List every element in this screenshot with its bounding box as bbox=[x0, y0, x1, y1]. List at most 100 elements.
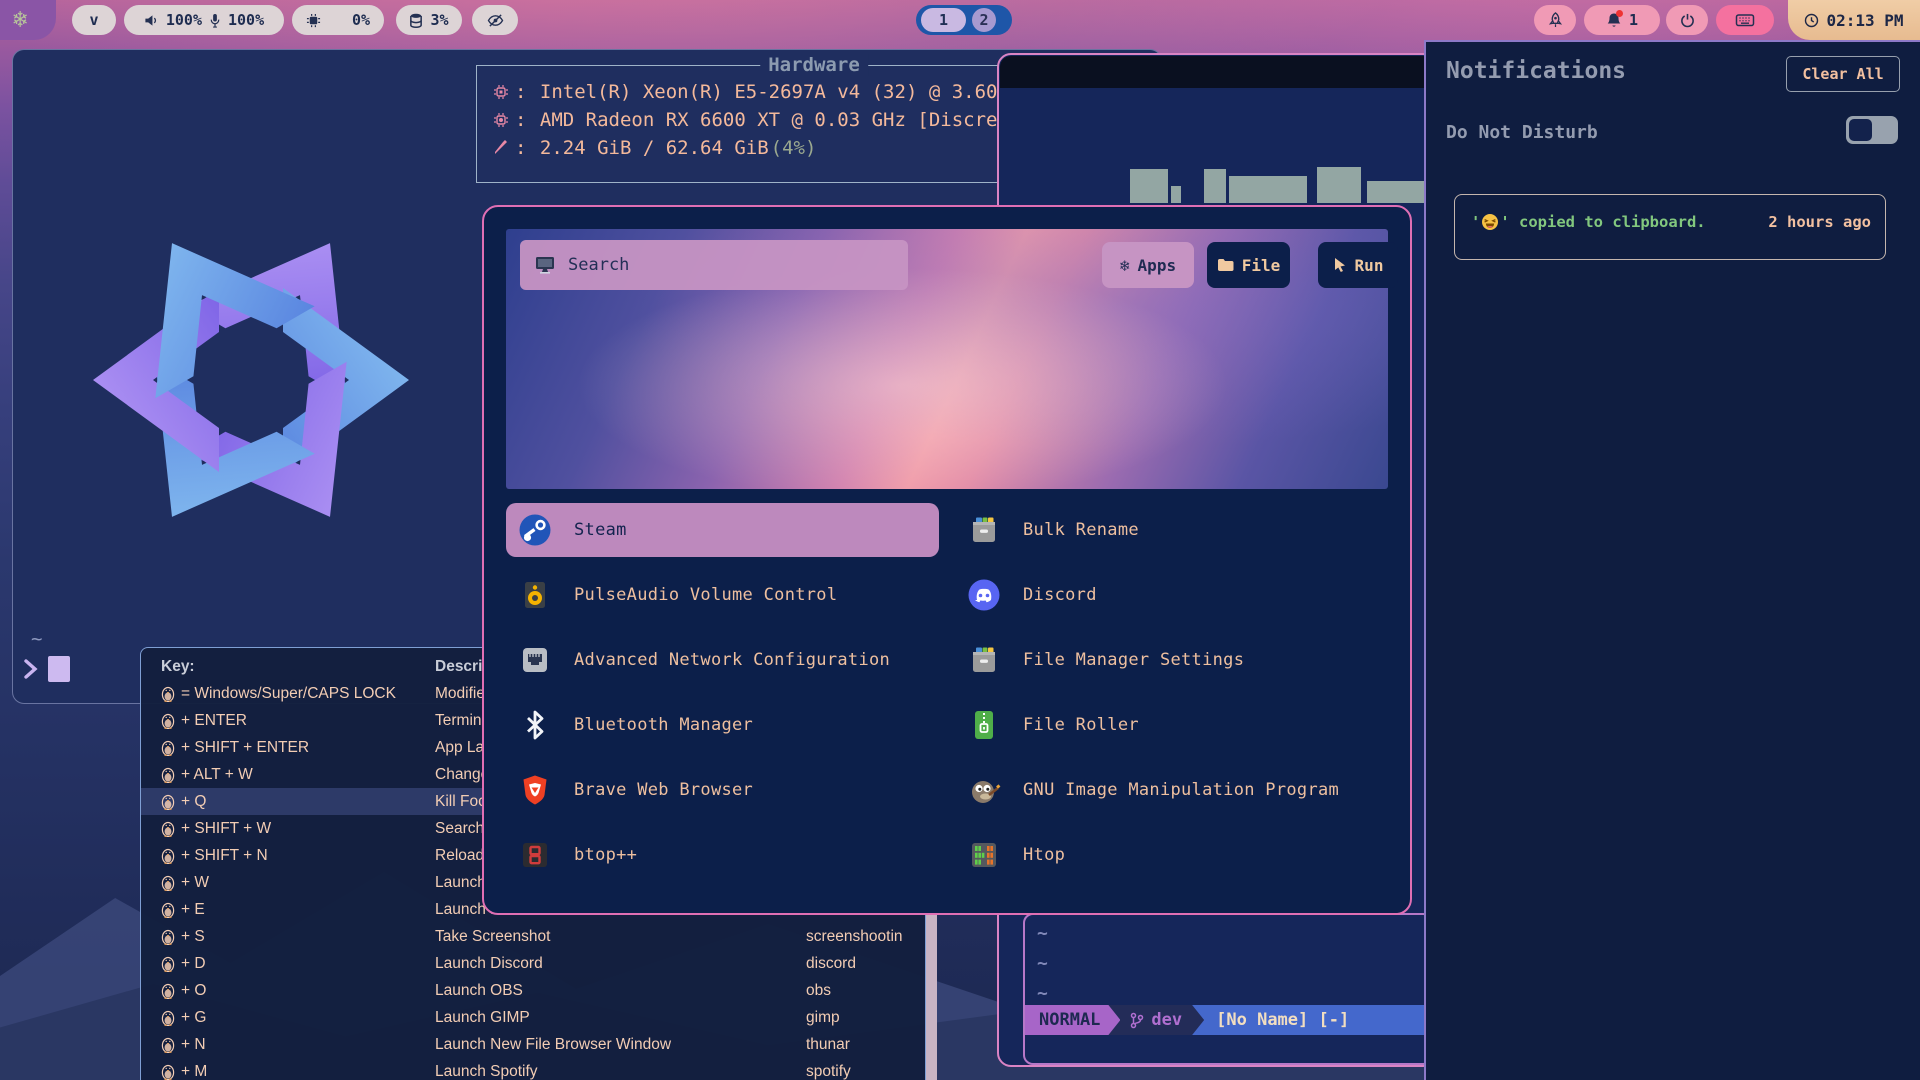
notifications-pill[interactable]: 1 bbox=[1584, 5, 1660, 35]
tab-run[interactable]: Run bbox=[1318, 242, 1398, 288]
ascii-art-block bbox=[1367, 181, 1427, 203]
vim-file-segment: [No Name] [-] bbox=[1192, 1005, 1431, 1035]
app-label: File Roller bbox=[1023, 715, 1139, 735]
brave-icon bbox=[518, 773, 552, 807]
keybind-command: discord bbox=[806, 955, 925, 973]
app-item-pulseaudio-volume-control[interactable]: PulseAudio Volume Control bbox=[506, 568, 939, 622]
ascii-art-block bbox=[1229, 176, 1307, 203]
tab-apps[interactable]: ❄ Apps bbox=[1102, 242, 1194, 288]
keybind-row: + OLaunch OBSobs bbox=[141, 977, 925, 1004]
super-key-penguin-icon bbox=[161, 766, 175, 783]
keybind-command: spotify bbox=[806, 1063, 925, 1080]
app-item-btop-[interactable]: btop++ bbox=[506, 828, 939, 882]
cpu-value: 0% bbox=[352, 11, 370, 29]
clock-widget[interactable]: 02:13 PM bbox=[1788, 0, 1920, 40]
super-key-penguin-icon bbox=[161, 739, 175, 756]
app-item-brave-web-browser[interactable]: Brave Web Browser bbox=[506, 763, 939, 817]
keybind-description: Launch Discord bbox=[435, 955, 806, 973]
keybind-key: + SHIFT + W bbox=[161, 820, 435, 838]
keybind-key: + Q bbox=[161, 793, 435, 811]
keybind-row: + GLaunch GIMPgimp bbox=[141, 1004, 925, 1031]
eye-slash-icon bbox=[487, 13, 504, 28]
notification-card[interactable]: ' ' copied to clipboard. 2 hours ago bbox=[1454, 194, 1886, 260]
memory-icon bbox=[491, 140, 511, 156]
fileroller-icon bbox=[967, 708, 1001, 742]
search-input[interactable]: Search bbox=[520, 240, 908, 290]
keybind-description: Launch GIMP bbox=[435, 1009, 806, 1027]
neovim-pane[interactable]: ~~~ NORMAL dev [No Name] [-] bbox=[1023, 913, 1433, 1065]
app-item-advanced-network-configuration[interactable]: Advanced Network Configuration bbox=[506, 633, 939, 687]
super-key-penguin-icon bbox=[161, 1063, 175, 1080]
keybind-command: thunar bbox=[806, 1036, 925, 1054]
app-item-bluetooth-manager[interactable]: Bluetooth Manager bbox=[506, 698, 939, 752]
app-label: btop++ bbox=[574, 845, 637, 865]
super-key-penguin-icon bbox=[161, 712, 175, 729]
prompt-chevron-icon bbox=[23, 657, 39, 681]
workspace-2-button[interactable]: 2 bbox=[972, 8, 996, 32]
keybind-row: + STake Screenshotscreenshootin bbox=[141, 923, 925, 950]
laughing-emoji-icon bbox=[1481, 213, 1499, 231]
dnd-toggle[interactable] bbox=[1846, 116, 1898, 144]
vim-tilde: ~ bbox=[1037, 983, 1048, 1004]
keybind-command: obs bbox=[806, 982, 925, 1000]
git-branch-icon bbox=[1130, 1012, 1144, 1029]
cpu-chip-icon bbox=[491, 84, 511, 100]
keybind-key: + SHIFT + N bbox=[161, 847, 435, 865]
cpu-icon bbox=[306, 13, 321, 28]
workspace-1-button[interactable]: 1 bbox=[921, 8, 966, 32]
gpu-chip-icon bbox=[491, 112, 511, 128]
clock-time: 02:13 PM bbox=[1826, 11, 1903, 30]
ascii-art-block bbox=[1317, 167, 1361, 203]
vim-mode-segment: NORMAL bbox=[1025, 1005, 1120, 1035]
keybind-description: Launch New File Browser Window bbox=[435, 1036, 806, 1054]
notification-dot bbox=[1616, 10, 1623, 17]
app-item-discord[interactable]: Discord bbox=[955, 568, 1388, 622]
clock-icon bbox=[1804, 13, 1819, 28]
dnd-label: Do Not Disturb bbox=[1446, 122, 1598, 143]
launcher-pill[interactable] bbox=[1534, 5, 1576, 35]
vim-tilde: ~ bbox=[1037, 953, 1048, 974]
app-item-steam[interactable]: Steam bbox=[506, 503, 939, 557]
keyboard-icon bbox=[1735, 12, 1755, 28]
disk-pill[interactable]: 3% bbox=[396, 5, 462, 35]
rocket-icon bbox=[1548, 12, 1563, 28]
ascii-art-block bbox=[1130, 169, 1168, 203]
app-item-bulk-rename[interactable]: Bulk Rename bbox=[955, 503, 1388, 557]
volume-pill[interactable]: 100% 100% bbox=[124, 5, 284, 35]
desktop: ❄ v 100% 100% 0% 3% 1 2 bbox=[0, 0, 1920, 1080]
keyboard-pill[interactable] bbox=[1716, 5, 1774, 35]
disk-value: 3% bbox=[430, 11, 448, 29]
clear-all-button[interactable]: Clear All bbox=[1786, 56, 1900, 92]
notification-text: ' bbox=[1471, 213, 1480, 231]
super-key-penguin-icon bbox=[161, 901, 175, 918]
notification-count: 1 bbox=[1629, 11, 1638, 29]
cpu-pill[interactable]: 0% bbox=[292, 5, 384, 35]
drawer-icon bbox=[967, 513, 1001, 547]
notifications-title: Notifications bbox=[1446, 58, 1626, 84]
microphone-icon bbox=[209, 13, 221, 28]
app-launcher-window[interactable]: Search ❄ Apps File Run Steam Bulk Rename P… bbox=[482, 205, 1412, 915]
super-key-penguin-icon bbox=[161, 847, 175, 864]
apps-snowflake-icon: ❄ bbox=[1120, 256, 1130, 275]
steam-icon bbox=[518, 513, 552, 547]
app-item-gnu-image-manipulation-program[interactable]: GNU Image Manipulation Program bbox=[955, 763, 1388, 817]
keybind-description: Launch Spotify bbox=[435, 1063, 806, 1080]
app-label: Htop bbox=[1023, 845, 1065, 865]
keybind-key: + SHIFT + ENTER bbox=[161, 739, 435, 757]
app-item-file-roller[interactable]: File Roller bbox=[955, 698, 1388, 752]
keybind-row: + NLaunch New File Browser Windowthunar bbox=[141, 1031, 925, 1058]
app-item-file-manager-settings[interactable]: File Manager Settings bbox=[955, 633, 1388, 687]
app-item-htop[interactable]: Htop bbox=[955, 828, 1388, 882]
ascii-art-block bbox=[1204, 169, 1226, 203]
tab-file[interactable]: File bbox=[1207, 242, 1290, 288]
keybind-key: = Windows/Super/CAPS LOCK bbox=[161, 685, 435, 703]
version-pill[interactable]: v bbox=[72, 5, 116, 35]
keybind-key: + N bbox=[161, 1036, 435, 1054]
super-key-penguin-icon bbox=[161, 955, 175, 972]
power-pill[interactable] bbox=[1666, 5, 1708, 35]
nixos-menu-button[interactable]: ❄ bbox=[0, 0, 56, 40]
keybind-description: Take Screenshot bbox=[435, 928, 806, 946]
ascii-art-block bbox=[1171, 186, 1181, 203]
idle-inhibitor-pill[interactable] bbox=[472, 5, 518, 35]
disk-icon bbox=[409, 13, 423, 28]
